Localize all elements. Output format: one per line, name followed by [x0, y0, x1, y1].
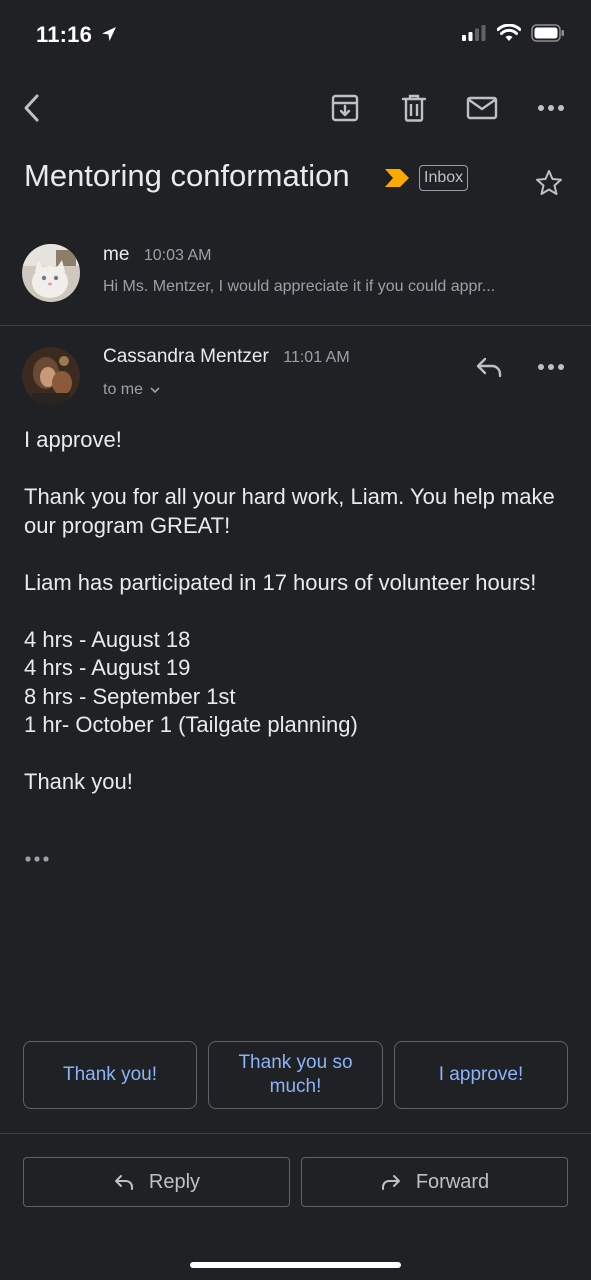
delete-button[interactable] — [396, 90, 432, 126]
forward-label: Forward — [415, 1170, 490, 1193]
body-line: 4 hrs - August 19 — [24, 655, 191, 680]
chevron-down-icon — [150, 387, 160, 394]
smart-reply-button[interactable]: Thank you so much! — [208, 1041, 383, 1109]
forward-icon — [381, 1175, 400, 1190]
message-time: 10:03 AM — [143, 247, 212, 264]
status-indicators — [461, 24, 565, 42]
reply-icon — [476, 357, 502, 378]
body-line: Liam has participated in 17 hours of vol… — [24, 569, 537, 595]
trash-icon — [401, 94, 427, 122]
message-time: 11:01 AM — [283, 349, 350, 366]
inbox-label-badge[interactable]: Inbox — [419, 165, 469, 191]
reply-label: Reply — [148, 1170, 201, 1193]
forward-button[interactable]: Forward — [301, 1157, 568, 1207]
message-body: I approve! Thank you for all your hard w… — [24, 426, 569, 797]
archive-icon — [331, 94, 359, 122]
smart-reply-button[interactable]: Thank you! — [23, 1041, 197, 1109]
sender-name: me — [103, 244, 130, 265]
body-line: 4 hrs - August 18 — [24, 626, 191, 652]
ellipsis-icon — [25, 856, 49, 862]
archive-button[interactable] — [327, 90, 363, 126]
reply-icon-button[interactable] — [471, 350, 507, 384]
body-line: I approve! — [24, 427, 122, 452]
wifi-icon — [497, 24, 521, 41]
star-button[interactable] — [534, 168, 564, 203]
importance-marker[interactable] — [383, 167, 411, 194]
battery-icon — [531, 24, 564, 42]
message-divider — [0, 325, 591, 326]
status-time: 11:16 — [36, 22, 118, 48]
mark-unread-button[interactable] — [464, 90, 500, 126]
body-line: 8 hrs - September 1st — [24, 683, 236, 709]
star-icon — [536, 170, 562, 195]
sender-name: Cassandra Mentzer — [103, 346, 269, 367]
message-header-me[interactable]: me 10:03 AM — [103, 244, 211, 266]
home-indicator[interactable] — [190, 1262, 401, 1268]
footer-divider — [0, 1133, 591, 1134]
recipient-text: to me — [103, 381, 144, 398]
cellular-signal-icon — [462, 25, 486, 41]
recipient-details-toggle[interactable]: to me — [103, 381, 161, 399]
body-line: Thank you! — [24, 769, 133, 794]
importance-icon — [385, 169, 409, 187]
clock-text: 11:16 — [36, 22, 93, 47]
avatar-cassandra[interactable] — [22, 347, 80, 405]
avatar-photo-icon — [22, 347, 80, 405]
more-horizontal-icon — [538, 105, 564, 111]
back-arrow-icon — [24, 94, 39, 122]
back-button[interactable] — [14, 90, 50, 126]
more-horizontal-icon — [538, 364, 564, 370]
body-line: Thank you for all your hard work, Liam. … — [24, 484, 555, 538]
mail-icon — [466, 96, 498, 120]
avatar-me[interactable] — [22, 244, 80, 302]
reply-icon — [114, 1175, 133, 1190]
reply-button[interactable]: Reply — [23, 1157, 290, 1207]
message-snippet[interactable]: Hi Ms. Mentzer, I would appreciate it if… — [103, 278, 495, 296]
message-more-button[interactable] — [533, 350, 569, 384]
show-trimmed-content-button[interactable] — [24, 850, 50, 868]
more-options-button[interactable] — [533, 90, 569, 126]
avatar-cat-image-icon — [22, 244, 80, 302]
message-header-cassandra[interactable]: Cassandra Mentzer 11:01 AM — [103, 346, 350, 368]
smart-reply-button[interactable]: I approve! — [394, 1041, 568, 1109]
body-line: 1 hr- October 1 (Tailgate planning) — [24, 712, 358, 737]
email-subject: Mentoring conformation — [24, 158, 350, 193]
location-arrow-icon — [102, 27, 117, 41]
